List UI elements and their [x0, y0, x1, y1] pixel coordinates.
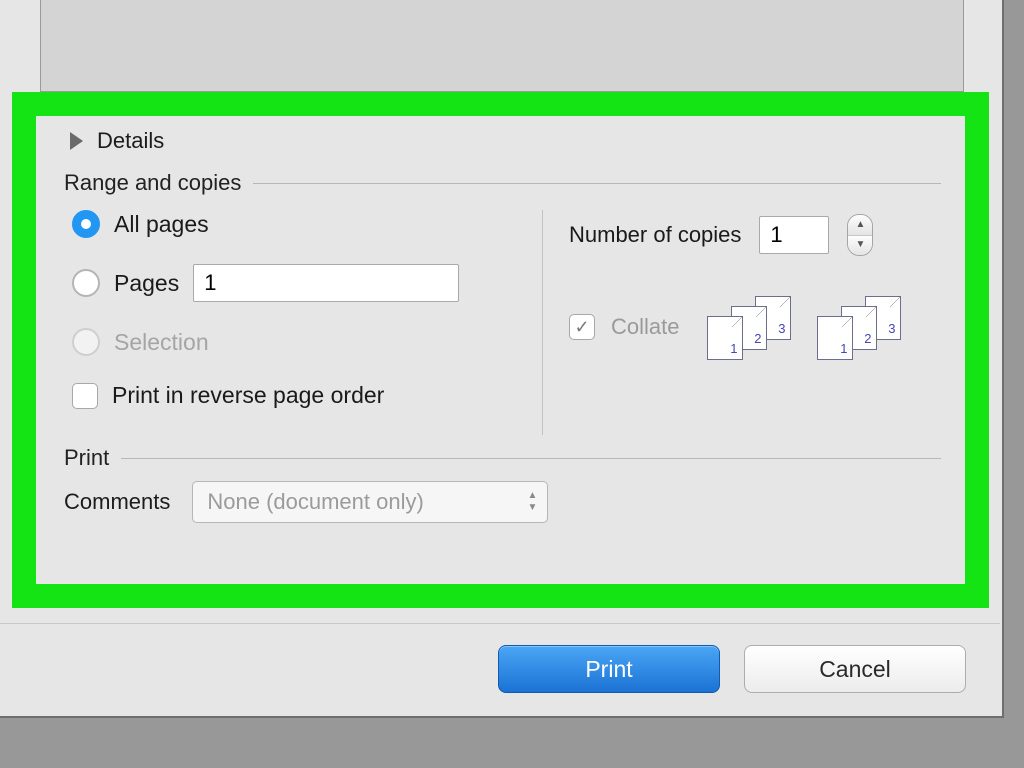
stepper-down-icon[interactable]: ▼ — [848, 236, 872, 256]
pages-input[interactable] — [193, 264, 459, 302]
comments-dropdown[interactable]: None (document only) ▲▼ — [192, 481, 548, 523]
collate-illustration: 3 2 1 3 2 1 — [707, 296, 905, 358]
preview-recess — [40, 0, 964, 92]
divider — [121, 458, 941, 459]
page-num: 2 — [754, 331, 761, 346]
copies-stepper[interactable]: ▲ ▼ — [847, 214, 873, 256]
chevron-right-icon — [70, 132, 83, 150]
range-section-head: Range and copies — [64, 170, 941, 196]
range-right-column: Number of copies ▲ ▼ Collate — [542, 210, 941, 435]
dialog-button-bar: Print Cancel — [0, 623, 1000, 714]
radio-disabled-icon — [72, 328, 100, 356]
all-pages-label: All pages — [114, 211, 209, 238]
print-dialog: Details Range and copies All pages — [0, 0, 1004, 718]
selection-option: Selection — [72, 328, 542, 356]
print-button[interactable]: Print — [498, 645, 720, 693]
comments-label: Comments — [64, 489, 170, 515]
page-stack-icon: 3 2 1 — [817, 296, 905, 358]
selection-label: Selection — [114, 329, 209, 356]
comments-value: None (document only) — [207, 489, 423, 515]
stepper-up-icon[interactable]: ▲ — [848, 215, 872, 236]
radio-unselected-icon — [72, 269, 100, 297]
page-num: 1 — [840, 341, 847, 356]
checkbox-unchecked-icon — [72, 383, 98, 409]
page-num: 1 — [730, 341, 737, 356]
copies-row: Number of copies ▲ ▼ — [569, 214, 941, 256]
highlight-box: Details Range and copies All pages — [12, 92, 989, 608]
pages-label: Pages — [114, 270, 179, 297]
updown-caret-icon: ▲▼ — [527, 491, 537, 513]
reverse-order-option[interactable]: Print in reverse page order — [72, 382, 542, 409]
collate-row[interactable]: Collate 3 2 1 3 2 1 — [569, 296, 941, 358]
pages-option[interactable]: Pages — [72, 264, 542, 302]
range-section-label: Range and copies — [64, 170, 241, 196]
highlight-contents: Details Range and copies All pages — [36, 116, 965, 584]
page-stack-icon: 3 2 1 — [707, 296, 795, 358]
print-section-head: Print — [64, 445, 941, 471]
divider — [253, 183, 941, 184]
desktop-background: Details Range and copies All pages — [0, 0, 1024, 768]
copies-input[interactable] — [759, 216, 829, 254]
reverse-order-label: Print in reverse page order — [112, 382, 384, 409]
range-left-column: All pages Pages Selection — [64, 210, 542, 435]
details-label: Details — [97, 128, 164, 154]
copies-label: Number of copies — [569, 222, 741, 248]
all-pages-option[interactable]: All pages — [72, 210, 542, 238]
page-num: 3 — [778, 321, 785, 336]
print-section-label: Print — [64, 445, 109, 471]
radio-selected-icon — [72, 210, 100, 238]
page-num: 3 — [888, 321, 895, 336]
cancel-button[interactable]: Cancel — [744, 645, 966, 693]
page-num: 2 — [864, 331, 871, 346]
details-expander[interactable]: Details — [64, 128, 941, 160]
checkbox-checked-icon — [569, 314, 595, 340]
collate-label: Collate — [611, 314, 679, 340]
